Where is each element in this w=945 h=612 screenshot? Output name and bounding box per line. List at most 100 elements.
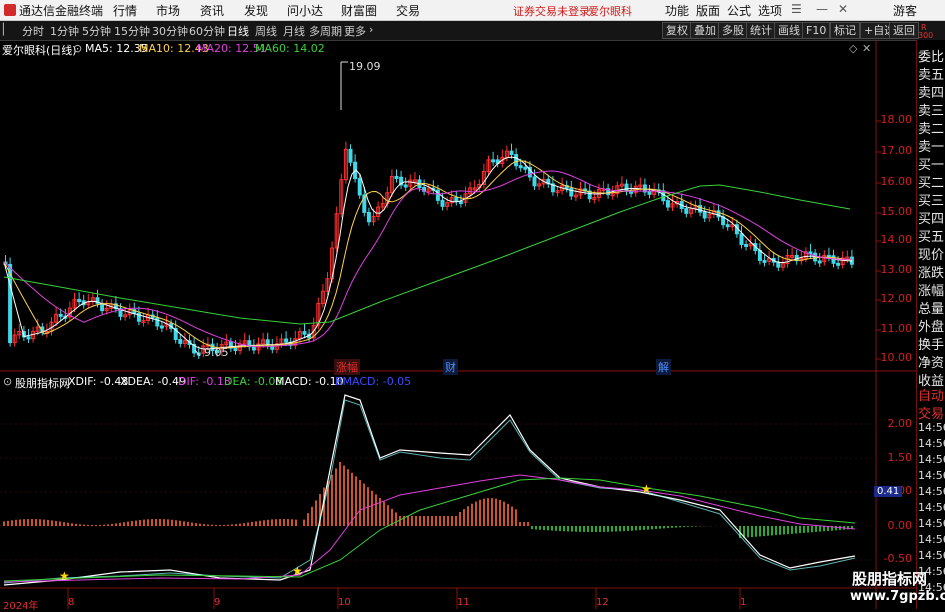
candle-body xyxy=(458,201,463,205)
period-tab-30min[interactable]: 30分钟 xyxy=(152,23,188,39)
toggle-indicator-icon[interactable]: ⊙ xyxy=(3,375,12,388)
period-tab-multi[interactable]: 多周期 xyxy=(309,23,342,39)
quote-label: 卖五 xyxy=(918,68,945,83)
candle-body xyxy=(776,261,781,268)
guest-label[interactable]: 游客 xyxy=(893,2,917,19)
x-tick-month: 10 xyxy=(338,597,351,608)
tick-time: 14:56 xyxy=(918,517,945,530)
chart-canvas[interactable]: ★ ★ ★ xyxy=(0,40,916,609)
quote-label: 涨跌 xyxy=(918,266,945,281)
bmacd-legend: BMACD: -0.05 xyxy=(335,375,412,388)
quote-label: 买三 xyxy=(918,194,945,209)
quote-lower-label[interactable]: 自动 xyxy=(918,385,944,404)
menu-icon[interactable]: ☰ xyxy=(791,2,802,16)
menu-item-news[interactable]: 资讯 xyxy=(200,2,224,19)
multi-stock-button[interactable]: 多股 xyxy=(718,22,748,39)
candle-body xyxy=(159,325,164,329)
dif-legend: DIF: -0.13 xyxy=(178,375,231,388)
period-tab-timeshare[interactable]: 分时 xyxy=(22,23,44,39)
chart-grid xyxy=(0,40,916,609)
dea-legend: DEA: -0.08 xyxy=(224,375,283,388)
macd-legend: MACD: -0.10 xyxy=(275,375,344,388)
candle-body xyxy=(817,260,822,264)
menu-item-ask[interactable]: 问小达 xyxy=(287,2,323,19)
price-tick: 13.00 xyxy=(880,263,913,276)
candle-body xyxy=(251,346,256,351)
period-tab-weekly[interactable]: 周线 xyxy=(255,23,277,39)
more-arrow-icon[interactable]: › xyxy=(369,23,373,36)
close-panel-icon[interactable]: ✕ xyxy=(862,42,871,55)
event-marker-limitup[interactable]: 涨幅 xyxy=(334,359,360,375)
tick-time: 14:56 xyxy=(918,485,945,498)
x-tick-month: 11 xyxy=(457,597,470,608)
price-tick: 12.00 xyxy=(880,292,913,305)
ma10-line xyxy=(3,160,853,349)
stock-label: 爱尔眼科(日线) xyxy=(2,44,77,57)
period-tab-15min[interactable]: 15分钟 xyxy=(114,23,150,39)
candle-body xyxy=(509,150,514,156)
period-tab-5min[interactable]: 5分钟 xyxy=(82,23,111,39)
period-tab-daily[interactable]: 日线 xyxy=(227,23,249,39)
menu-item-market[interactable]: 市场 xyxy=(156,2,180,19)
mark-button[interactable]: 标记 xyxy=(830,22,860,39)
menu-item-discover[interactable]: 发现 xyxy=(244,2,268,19)
tick-time: 14:56 xyxy=(918,437,945,450)
stats-button[interactable]: 统计 xyxy=(746,22,776,39)
diamond-icon[interactable]: ◇ xyxy=(849,42,857,55)
x-tick-year: 2024年 xyxy=(3,601,39,612)
candle-body xyxy=(836,262,841,266)
menu-item-layout[interactable]: 版面 xyxy=(696,2,720,19)
ma60-legend: MA60: 14.02 xyxy=(255,42,325,55)
event-marker-finance[interactable]: 财 xyxy=(443,359,458,375)
dif-line xyxy=(3,474,856,583)
back-button[interactable]: 返回 xyxy=(889,22,919,39)
price-tick: 15.00 xyxy=(880,205,913,218)
x-tick-month: 8 xyxy=(68,597,75,608)
login-warning[interactable]: 证券交易未登录 xyxy=(513,3,590,19)
candle-body xyxy=(394,175,399,179)
signal-star-icon: ★ xyxy=(292,564,303,578)
event-marker-unlock[interactable]: 解 xyxy=(656,359,671,375)
ma60-line xyxy=(3,184,851,325)
menu-item-trade[interactable]: 交易 xyxy=(396,2,420,19)
candle-body xyxy=(744,243,749,247)
quote-label: 净资 xyxy=(918,356,945,371)
menu-item-formula[interactable]: 公式 xyxy=(727,2,751,19)
macd-tick: 2.00 xyxy=(887,417,913,430)
candle-body xyxy=(725,224,730,228)
candle-body xyxy=(757,250,762,261)
period-tab-60min[interactable]: 60分钟 xyxy=(189,23,225,39)
period-tab-more[interactable]: 更多 xyxy=(344,23,366,39)
candle-body xyxy=(514,154,519,167)
period-tab-monthly[interactable]: 月线 xyxy=(283,23,305,39)
candle-body xyxy=(762,259,767,263)
candle-body xyxy=(348,148,353,163)
candle-body xyxy=(366,211,371,223)
toggle-icon[interactable]: ⊙ xyxy=(73,42,82,55)
candle-body xyxy=(403,184,408,188)
candle-body xyxy=(702,211,707,219)
draw-line-button[interactable]: 画线 xyxy=(774,22,804,39)
candle-body xyxy=(440,199,445,207)
overlay-button[interactable]: 叠加 xyxy=(690,22,720,39)
price-tick: 10.00 xyxy=(880,351,913,364)
minimize-icon[interactable]: — xyxy=(816,2,828,16)
close-icon[interactable]: ✕ xyxy=(838,2,848,16)
price-tick: 17.00 xyxy=(880,144,913,157)
menu-item-function[interactable]: 功能 xyxy=(665,2,689,19)
adjust-button[interactable]: 复权 xyxy=(662,22,692,39)
quote-label-list: 委比 卖五 卖四 卖三 卖二 卖一 买一 买二 买三 买四 买五 现价 涨跌 涨幅 总量 外盘 换手 净资 收益 自动… xyxy=(916,40,945,609)
signal-star-icon: ★ xyxy=(641,482,652,496)
menu-item-options[interactable]: 选项 xyxy=(758,2,782,19)
candle-body xyxy=(357,178,362,196)
candle-body xyxy=(26,336,31,340)
f10-button[interactable]: F10 xyxy=(802,22,831,39)
moving-average-lines xyxy=(3,156,853,350)
menu-item-wealth[interactable]: 财富圈 xyxy=(341,2,377,19)
tick-time: 14:56 xyxy=(918,469,945,482)
candle-body xyxy=(532,176,537,187)
quote-lower-label[interactable]: 交易 xyxy=(918,403,944,422)
period-tab-1min[interactable]: 1分钟 xyxy=(50,23,79,39)
menu-item-quotes[interactable]: 行情 xyxy=(113,2,137,19)
quote-label: 总量 xyxy=(918,302,945,317)
